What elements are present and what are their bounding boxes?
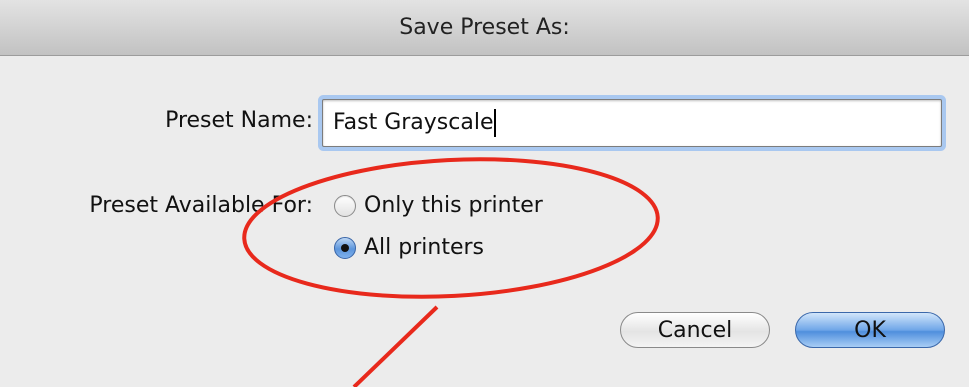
preset-name-label: Preset Name: <box>165 108 313 133</box>
radio-selected-icon[interactable] <box>334 236 356 259</box>
radio-all-printers-label: All printers <box>364 235 485 260</box>
text-caret <box>494 109 497 137</box>
annotation-arrow-line <box>352 305 439 387</box>
radio-unselected-icon[interactable] <box>334 194 356 217</box>
preset-available-label: Preset Available For: <box>89 193 313 218</box>
cancel-button[interactable]: Cancel <box>620 312 770 348</box>
preset-name-value: Fast Grayscale <box>333 110 494 135</box>
save-preset-dialog: Save Preset As: Preset Name: Fast Graysc… <box>0 0 969 387</box>
ok-button[interactable]: OK <box>795 312 945 348</box>
dialog-title: Save Preset As: <box>0 0 969 56</box>
annotation-ellipse <box>242 157 660 299</box>
preset-name-input[interactable]: Fast Grayscale <box>322 99 942 147</box>
radio-all-printers[interactable]: All printers <box>334 235 484 260</box>
radio-only-this-printer-label: Only this printer <box>364 193 543 218</box>
radio-only-this-printer[interactable]: Only this printer <box>334 193 543 218</box>
